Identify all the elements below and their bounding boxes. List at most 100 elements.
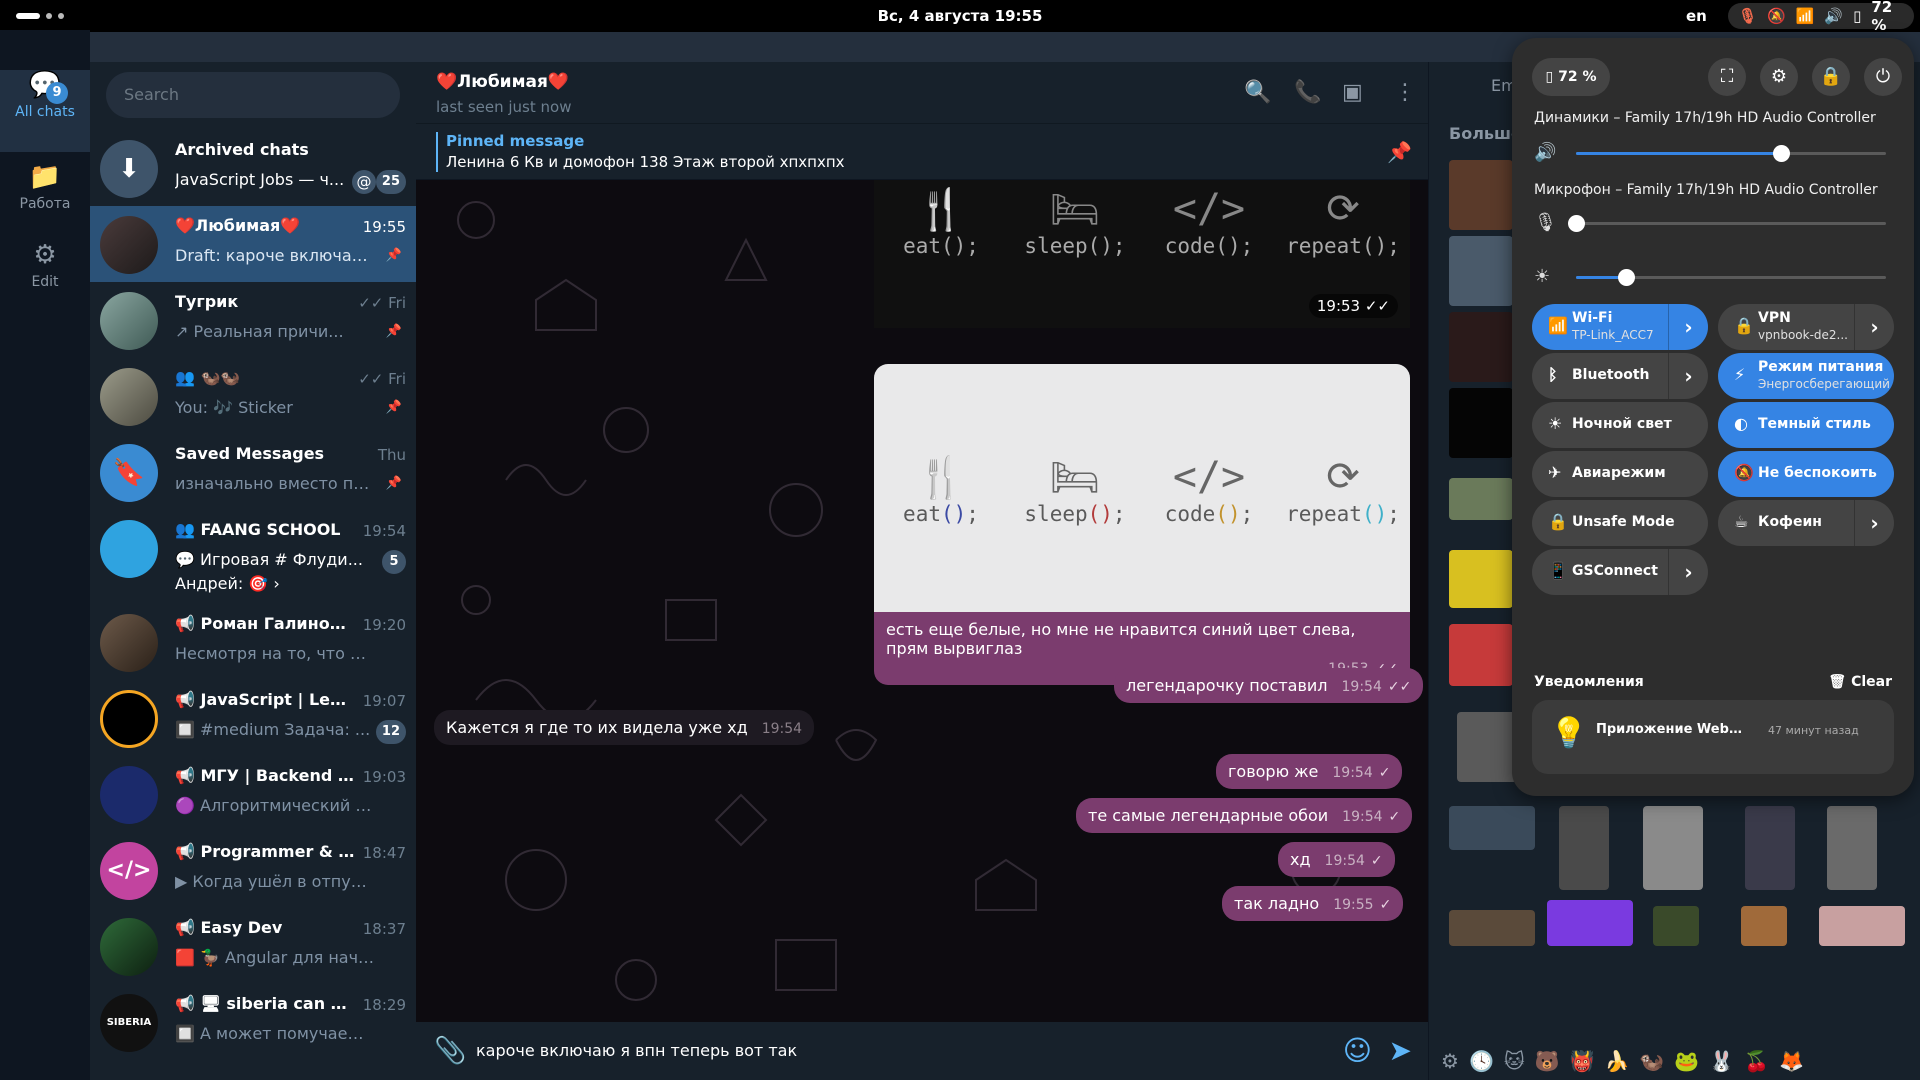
toggle-tile[interactable]: ☀ Ночной свет (1532, 402, 1708, 448)
clock[interactable]: Вс, 4 августа 19:55 (0, 7, 1920, 25)
sticker-set-icon[interactable]: 🐻 (1535, 1049, 1560, 1073)
more-icon[interactable]: ⋮ (1394, 80, 1416, 105)
mic-slider[interactable]: 🎙 (1534, 210, 1890, 236)
toggle-label: Wi-Fi (1572, 310, 1613, 326)
toggle-tile[interactable]: 📶 Wi-Fi TP-Link_ACC7 › (1532, 304, 1708, 350)
toggle-tile[interactable]: 🔕 Не беспокоить (1718, 451, 1894, 497)
message-bubble-out[interactable]: говорю же 19:54 ✓ (1216, 754, 1403, 789)
attach-icon[interactable]: 📎 (434, 1036, 466, 1066)
chat-item-javascript-leetcode[interactable]: 📢 JavaScript | LeetC... 19:07 🔲 #medium … (90, 680, 416, 756)
chevron-right-icon[interactable]: › (1854, 304, 1894, 350)
search-input[interactable]: Search (106, 72, 400, 118)
sticker-set-icon[interactable]: 🐱 (1504, 1049, 1525, 1073)
sticker-set-icon[interactable]: 🦦 (1639, 1049, 1664, 1073)
chat-item-programmer-it[interactable]: </> 📢 Programmer & IT ... 18:47 ▶ Когда … (90, 832, 416, 908)
sticker-set-icon[interactable]: 🍌 (1605, 1049, 1630, 1073)
search-icon[interactable]: 🔍 (1244, 80, 1271, 105)
gif-thumbnail[interactable] (1449, 478, 1513, 520)
sticker-set-icon[interactable]: 🐸 (1674, 1049, 1699, 1073)
gif-thumbnail[interactable] (1449, 236, 1513, 306)
pinned-message-bar[interactable]: Pinned message Ленина 6 Кв и домофон 138… (416, 124, 1428, 180)
chat-item-mgu-backend[interactable]: 📢 МГУ | Backend De... 19:03 🟣 Алгоритмич… (90, 756, 416, 832)
phone-icon[interactable]: 📞 (1294, 80, 1321, 105)
emoji-icon[interactable]: ☺ (1343, 1034, 1372, 1067)
gif-thumbnail[interactable] (1449, 388, 1513, 458)
toggle-tile[interactable]: 📱 GSConnect › (1532, 549, 1708, 595)
message-input[interactable]: кароче включаю я впн теперь вот так (476, 1041, 797, 1060)
chat-item-lyubimaya[interactable]: ❤️Любимая❤️ 19:55 Draft: кароче включаю … (90, 206, 416, 282)
image-message-light[interactable]: 🍴 eat(); 🛏 sleep(); </> code(); ⟳ repeat(); (874, 364, 1410, 612)
gif-thumbnail[interactable] (1745, 806, 1795, 890)
send-icon[interactable]: ➤ (1389, 1034, 1412, 1067)
gif-thumbnail[interactable] (1653, 906, 1699, 946)
gif-thumbnail[interactable] (1457, 712, 1517, 782)
chat-title[interactable]: ❤️Любимая❤️ (436, 72, 569, 92)
toggle-tile[interactable]: 🔒 Unsafe Mode (1532, 500, 1708, 546)
volume-slider[interactable]: 🔊 (1534, 140, 1890, 166)
pinned-list-icon[interactable]: 📌 (1387, 140, 1412, 164)
message-bubble-out[interactable]: легендарочку поставил 19:54 ✓✓ (1114, 668, 1424, 703)
chat-item-roman[interactable]: 📢 Роман Галиновск... 19:20 Несмотря на т… (90, 604, 416, 680)
toggle-tile[interactable]: 🔒 VPN vpnbook-de2... › (1718, 304, 1894, 350)
message-bubble-out[interactable]: так ладно 19:55 ✓ (1222, 886, 1404, 921)
gif-thumbnail[interactable] (1449, 312, 1513, 382)
chat-item-group-otters[interactable]: 👥 🦦🦦 ✓✓ Fri You: 🎶 Sticker 📌 (90, 358, 416, 434)
power-icon[interactable]: ⏻ (1864, 58, 1902, 96)
gif-thumbnail[interactable] (1819, 906, 1905, 946)
toggle-tile[interactable]: ⚡ Режим питания Энергосберегающий (1718, 353, 1894, 399)
gif-thumbnail[interactable] (1449, 624, 1513, 686)
screenshot-icon[interactable]: ⛶ (1708, 58, 1746, 96)
notification-card[interactable]: 💡 Приложение WebStor... 47 минут назад (1532, 700, 1894, 774)
chat-item-easy-dev[interactable]: 📢 Easy Dev 18:37 🟥 🦆 Angular для начина.… (90, 908, 416, 984)
slider-knob[interactable] (1772, 145, 1790, 162)
clear-notifications-button[interactable]: 🗑 Clear (1828, 674, 1892, 690)
gif-thumbnail[interactable] (1741, 906, 1787, 946)
message-bubble-in[interactable]: Кажется я где то их видела уже хд 19:54 (434, 710, 815, 745)
gif-thumbnail[interactable] (1449, 550, 1513, 608)
settings-icon[interactable]: ⚙ (1760, 58, 1798, 96)
chat-item-saved-messages[interactable]: 🔖 Saved Messages Thu изначально вместо п… (90, 434, 416, 510)
avatar (100, 368, 158, 426)
message-bubble-out[interactable]: те самые легендарные обои 19:54 ✓ (1076, 798, 1413, 833)
lock-icon[interactable]: 🔒 (1812, 58, 1850, 96)
gif-thumbnail[interactable] (1449, 160, 1513, 230)
system-tray[interactable]: 🎙 🔕 📶 🔊 ▯ 72 % (1728, 0, 1914, 34)
chat-item-archived[interactable]: ⬇ Archived chats JavaScript Jobs — ч... … (90, 130, 416, 206)
chevron-right-icon[interactable]: › (1668, 549, 1708, 595)
toggle-tile[interactable]: ◐ Темный стиль (1718, 402, 1894, 448)
recent-icon[interactable]: 🕓 (1469, 1049, 1494, 1073)
gif-thumbnail[interactable] (1449, 910, 1535, 946)
slider-knob[interactable] (1617, 269, 1635, 286)
folder-all-chats[interactable]: 💬 9 All chats (0, 70, 90, 152)
chat-name: Тугрик (175, 292, 239, 311)
chat-item-tugrik[interactable]: Тугрик ✓✓ Fri ↗ Реальная причи... 📌 (90, 282, 416, 358)
sticker-set-icon[interactable]: 🦊 (1779, 1049, 1804, 1073)
message-bubble-out[interactable]: хд 19:54 ✓ (1278, 842, 1395, 877)
toggle-tile[interactable]: ᛒ Bluetooth › (1532, 353, 1708, 399)
battery-button[interactable]: ▯ 72 % (1532, 58, 1610, 96)
chevron-right-icon[interactable]: › (1854, 500, 1894, 546)
keyboard-layout[interactable]: en (1686, 7, 1707, 25)
toggle-tile[interactable]: ☕ Кофеин › (1718, 500, 1894, 546)
sidebar-toggle-icon[interactable]: ▣ (1342, 80, 1363, 105)
chevron-right-icon[interactable]: › (1668, 353, 1708, 399)
gif-thumbnail[interactable] (1559, 806, 1609, 890)
sticker-set-icon[interactable]: 🍒 (1744, 1049, 1769, 1073)
chat-item-faang-school[interactable]: 👥 FAANG SCHOOL 19:54 💬 Игровая # Флуди..… (90, 510, 416, 604)
sticker-set-icon[interactable]: 🐰 (1709, 1049, 1734, 1073)
toggle-tile[interactable]: ✈ Авиарежим (1532, 451, 1708, 497)
chat-header[interactable]: ❤️Любимая❤️ last seen just now 🔍 📞 ▣ ⋮ (416, 62, 1428, 124)
gif-thumbnail[interactable] (1547, 900, 1633, 946)
folder-edit[interactable]: ⚙ Edit (0, 240, 90, 310)
folder-work[interactable]: 📁 Работа (0, 162, 90, 232)
gif-thumbnail[interactable] (1449, 806, 1535, 850)
chevron-right-icon[interactable]: › (1668, 304, 1708, 350)
gif-thumbnail[interactable] (1643, 806, 1703, 890)
settings-icon[interactable]: ⚙ (1441, 1049, 1459, 1073)
image-message-dark[interactable]: 🍴 eat(); 🛏 sleep(); </> code(); ⟳ repeat(); … (874, 180, 1410, 328)
gif-thumbnail[interactable] (1827, 806, 1877, 890)
chat-item-siberia-can-code[interactable]: SIBERIA 📢 🖥 siberia can code 18:29 🔲 А м… (90, 984, 416, 1060)
slider-knob[interactable] (1568, 215, 1585, 232)
sticker-set-icon[interactable]: 👹 (1570, 1049, 1595, 1073)
brightness-slider[interactable]: ☀ (1534, 264, 1890, 290)
